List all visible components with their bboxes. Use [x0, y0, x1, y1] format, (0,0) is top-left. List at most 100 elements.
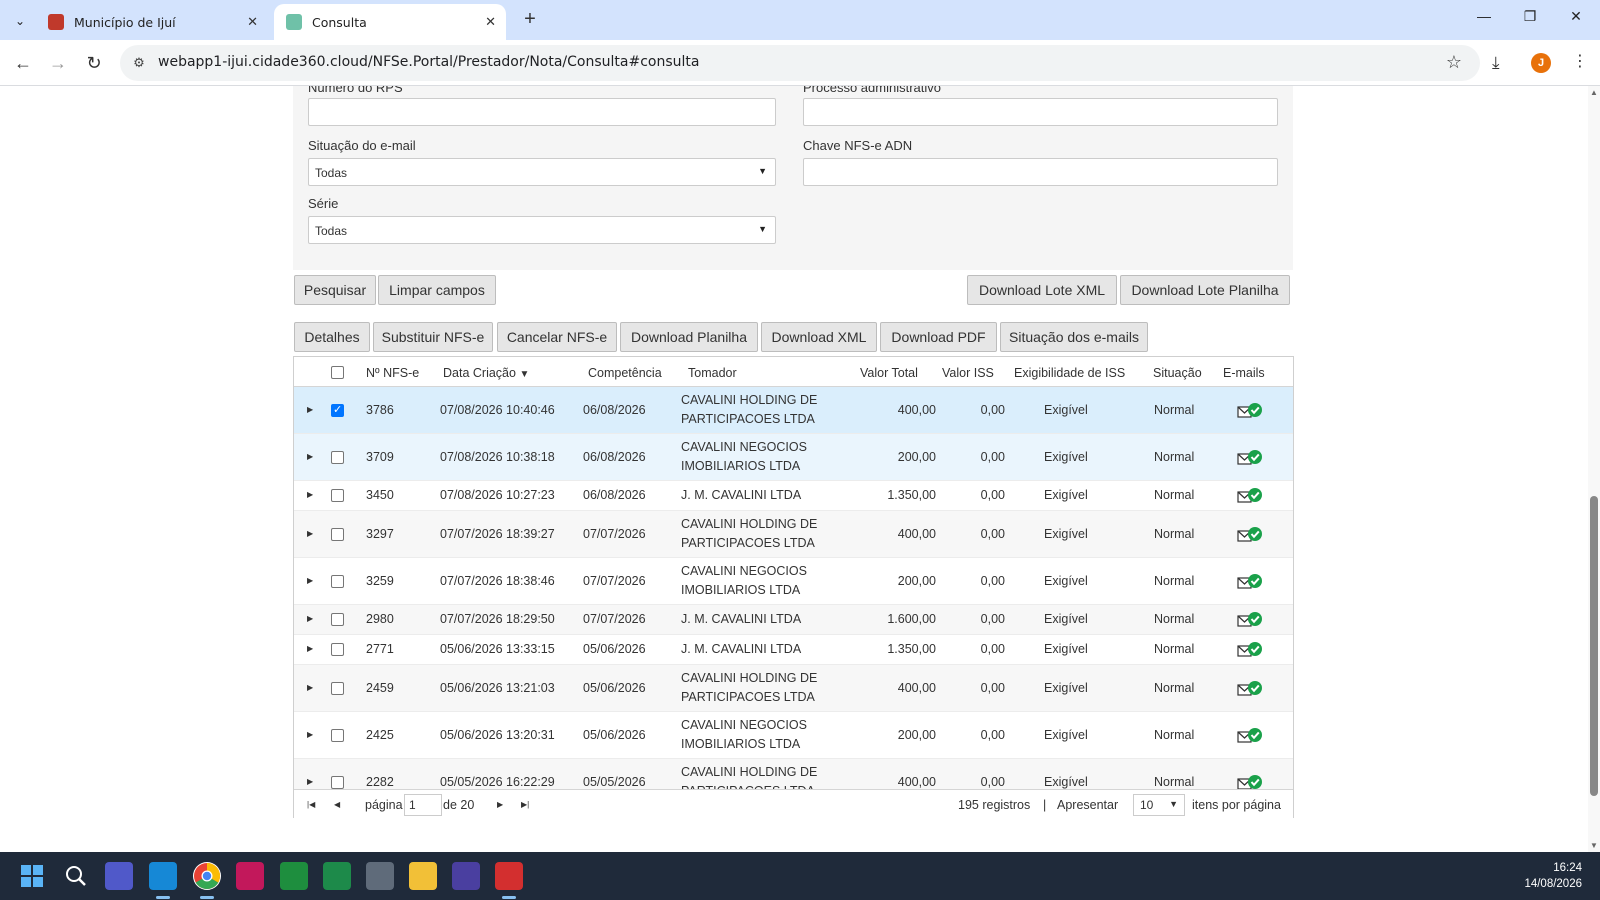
chave-input[interactable] — [803, 158, 1278, 186]
scroll-down-icon[interactable]: ▼ — [1590, 841, 1598, 850]
close-tab-icon[interactable]: ✕ — [485, 15, 496, 30]
back-arrow-icon[interactable]: ← — [9, 49, 37, 77]
file-explorer-icon[interactable] — [409, 862, 437, 890]
notes-icon[interactable] — [236, 862, 264, 890]
next-page-icon[interactable]: ▶ — [497, 800, 503, 809]
maximize-icon[interactable]: ❐ — [1510, 8, 1550, 32]
limpar-campos-button[interactable]: Limpar campos — [378, 275, 496, 305]
row-checkbox[interactable] — [331, 643, 344, 656]
app-icon[interactable] — [323, 862, 351, 890]
last-page-icon[interactable]: ▶| — [521, 800, 529, 809]
row-checkbox[interactable] — [331, 450, 344, 464]
numero-rps-input[interactable] — [308, 98, 776, 126]
row-checkbox[interactable] — [331, 681, 344, 695]
table-row[interactable]: ▶ 3786 07/08/2026 10:40:46 06/08/2026 CAVALI… — [294, 387, 1293, 434]
header-tomador[interactable]: Tomador — [688, 366, 737, 380]
download-pdf-button[interactable]: Download PDF — [880, 322, 997, 352]
table-row[interactable]: ▶ 3450 07/08/2026 10:27:23 06/08/2026 J. M. … — [294, 481, 1293, 511]
minimize-icon[interactable]: — — [1464, 8, 1504, 32]
calculator-icon[interactable] — [366, 862, 394, 890]
expand-row-icon[interactable]: ▶ — [307, 405, 313, 414]
expand-row-icon[interactable]: ▶ — [307, 730, 313, 739]
header-emails[interactable]: E-mails — [1223, 366, 1265, 380]
row-checkbox[interactable] — [331, 728, 344, 742]
tab-search-chevron-icon[interactable]: ⌄ — [6, 7, 34, 35]
prev-page-icon[interactable]: ◀ — [334, 800, 340, 809]
table-row[interactable]: ▶ 3297 07/07/2026 18:39:27 07/07/2026 CAVALI… — [294, 511, 1293, 558]
email-sent-ok-icon[interactable] — [1237, 727, 1263, 744]
table-row[interactable]: ▶ 3259 07/07/2026 18:38:46 07/07/2026 CAVALI… — [294, 558, 1293, 605]
per-page-select[interactable]: 10 ▼ — [1133, 794, 1185, 816]
table-row[interactable]: ▶ 2771 05/06/2026 13:33:15 05/06/2026 J. M. … — [294, 635, 1293, 665]
teams-icon[interactable] — [105, 862, 133, 890]
site-info-icon[interactable]: ⚙ — [130, 54, 148, 72]
email-sent-ok-icon[interactable] — [1237, 402, 1263, 419]
row-checkbox[interactable] — [331, 574, 344, 588]
sheets-icon[interactable] — [280, 862, 308, 890]
tab-consulta[interactable]: Consulta ✕ — [274, 4, 506, 40]
profile-avatar[interactable]: J — [1531, 53, 1551, 73]
system-clock[interactable]: 16:24 14/08/2026 — [1524, 860, 1582, 892]
table-row[interactable]: ▶ 2425 05/06/2026 13:20:31 05/06/2026 CAVALI… — [294, 712, 1293, 759]
search-icon[interactable] — [62, 862, 90, 890]
acrobat-icon[interactable] — [495, 862, 523, 890]
forward-arrow-icon[interactable]: → — [44, 49, 72, 77]
header-competencia[interactable]: Competência — [588, 366, 662, 380]
expand-row-icon[interactable]: ▶ — [307, 490, 313, 499]
header-numero[interactable]: Nº NFS-e — [366, 366, 419, 380]
scroll-thumb[interactable] — [1590, 496, 1598, 796]
row-checkbox[interactable] — [331, 775, 344, 789]
pesquisar-button[interactable]: Pesquisar — [294, 275, 376, 305]
serie-select[interactable]: Todas ▼ — [308, 216, 776, 244]
select-all-checkbox[interactable] — [331, 366, 344, 379]
download-lote-xml-button[interactable]: Download Lote XML — [967, 275, 1117, 305]
expand-row-icon[interactable]: ▶ — [307, 614, 313, 623]
email-sent-ok-icon[interactable] — [1237, 612, 1263, 628]
detalhes-button[interactable]: Detalhes — [294, 322, 370, 352]
table-row[interactable]: ▶ 2980 07/07/2026 18:29:50 07/07/2026 J. M. … — [294, 605, 1293, 635]
expand-row-icon[interactable]: ▶ — [307, 683, 313, 692]
header-data[interactable]: Data Criação ▼ — [443, 366, 529, 380]
app2-icon[interactable] — [452, 862, 480, 890]
download-xml-button[interactable]: Download XML — [761, 322, 877, 352]
windows-start-icon[interactable] — [18, 862, 46, 890]
email-sent-ok-icon[interactable] — [1237, 573, 1263, 590]
processo-input[interactable] — [803, 98, 1278, 126]
expand-row-icon[interactable]: ▶ — [307, 529, 313, 538]
chrome-icon[interactable] — [193, 862, 221, 890]
header-situacao[interactable]: Situação — [1153, 366, 1202, 380]
bookmark-star-icon[interactable]: ☆ — [1446, 52, 1462, 73]
situacao-emails-button[interactable]: Situação dos e-mails — [1000, 322, 1148, 352]
row-checkbox[interactable] — [331, 527, 344, 541]
email-sent-ok-icon[interactable] — [1237, 680, 1263, 697]
url-text[interactable]: webapp1-ijui.cidade360.cloud/NFSe.Portal… — [158, 54, 699, 70]
table-row[interactable]: ▶ 2459 05/06/2026 13:21:03 05/06/2026 CAVALI… — [294, 665, 1293, 712]
email-sent-ok-icon[interactable] — [1237, 488, 1263, 504]
email-sent-ok-icon[interactable] — [1237, 642, 1263, 658]
reload-icon[interactable]: ↻ — [80, 49, 108, 77]
download-planilha-button[interactable]: Download Planilha — [620, 322, 758, 352]
header-valor-iss[interactable]: Valor ISS — [942, 366, 994, 380]
row-checkbox[interactable] — [331, 613, 344, 626]
table-row[interactable]: ▶ 3709 07/08/2026 10:38:18 06/08/2026 CAVALI… — [294, 434, 1293, 481]
expand-row-icon[interactable]: ▶ — [307, 576, 313, 585]
email-sent-ok-icon[interactable] — [1237, 526, 1263, 543]
header-exigibilidade[interactable]: Exigibilidade de ISS — [1014, 366, 1125, 380]
expand-row-icon[interactable]: ▶ — [307, 452, 313, 461]
substituir-nfse-button[interactable]: Substituir NFS-e — [373, 322, 493, 352]
first-page-icon[interactable]: |◀ — [307, 800, 315, 809]
browser-menu-icon[interactable]: ⋮ — [1572, 51, 1588, 71]
page-number-input[interactable]: 1 — [404, 794, 442, 816]
row-checkbox[interactable] — [331, 489, 344, 502]
scroll-up-icon[interactable]: ▲ — [1590, 88, 1598, 97]
expand-row-icon[interactable]: ▶ — [307, 777, 313, 786]
cancelar-nfse-button[interactable]: Cancelar NFS-e — [497, 322, 617, 352]
download-icon[interactable]: ⤓ — [1492, 53, 1500, 73]
expand-row-icon[interactable]: ▶ — [307, 644, 313, 653]
window-close-icon[interactable]: ✕ — [1556, 8, 1596, 32]
omnibox[interactable]: ⚙ webapp1-ijui.cidade360.cloud/NFSe.Port… — [120, 45, 1480, 81]
tab-municipio[interactable]: Município de Ijuí ✕ — [36, 4, 268, 40]
header-valor-total[interactable]: Valor Total — [860, 366, 918, 380]
close-tab-icon[interactable]: ✕ — [247, 15, 258, 30]
situacao-email-select[interactable]: Todas ▼ — [308, 158, 776, 186]
